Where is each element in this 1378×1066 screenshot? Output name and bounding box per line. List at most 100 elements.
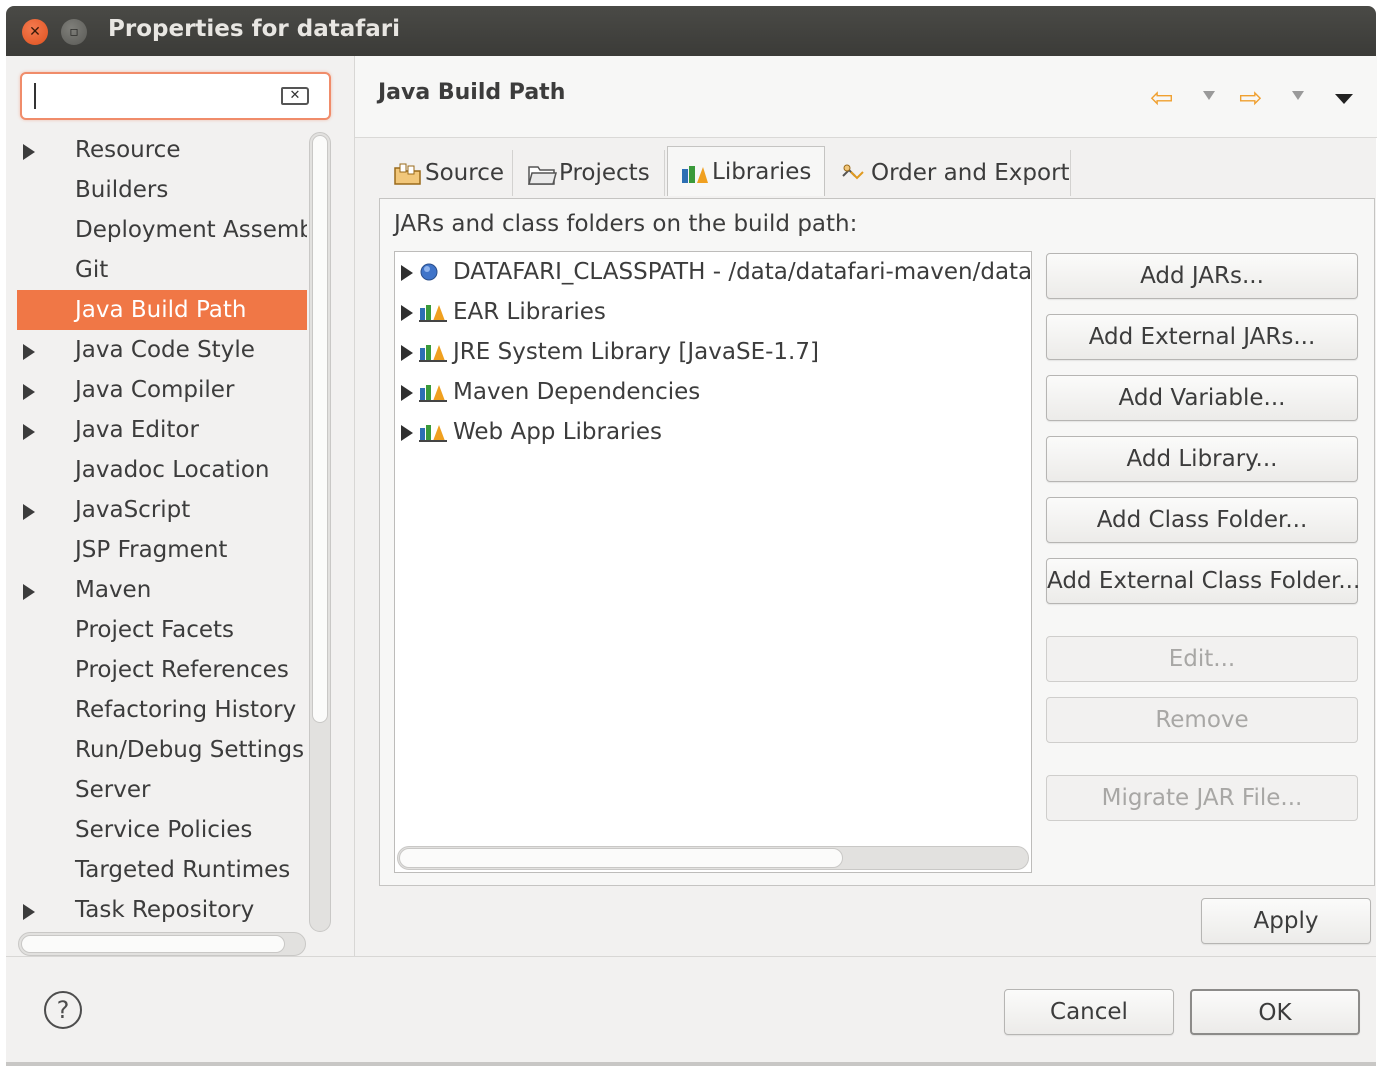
sidebar-item-java-compiler[interactable]: Java Compiler	[17, 370, 307, 410]
back-arrow-icon[interactable]: ⇦	[1150, 84, 1173, 112]
sidebar-item-label: Builders	[75, 177, 169, 203]
library-entry-label: JRE System Library [JavaSE-1.7]	[453, 339, 819, 365]
library-entry[interactable]: DATAFARI_CLASSPATH - /data/datafari-mave…	[395, 252, 1031, 292]
libraries-tree[interactable]: DATAFARI_CLASSPATH - /data/datafari-mave…	[394, 251, 1032, 873]
sidebar-item-label: Javadoc Location	[75, 457, 270, 483]
add-jars-button[interactable]: Add JARs...	[1046, 253, 1358, 299]
expand-arrow-icon[interactable]	[401, 265, 413, 281]
library-entry[interactable]: EAR Libraries	[395, 292, 1031, 332]
forward-arrow-icon[interactable]: ⇨	[1239, 84, 1262, 112]
migrate-jar-button[interactable]: Migrate JAR File...	[1046, 775, 1358, 821]
library-entry-label: Web App Libraries	[453, 419, 663, 445]
library-entry-label: Maven Dependencies	[453, 379, 701, 405]
add-external-class-folder-button[interactable]: Add External Class Folder...	[1046, 558, 1360, 604]
sidebar-item-javadoc-location[interactable]: Javadoc Location	[17, 450, 307, 490]
classpath-variable-icon	[420, 263, 438, 281]
sidebar-horizontal-scroll-thumb[interactable]	[21, 935, 285, 953]
view-menu-icon[interactable]	[1335, 94, 1353, 104]
library-icon	[419, 305, 447, 322]
sidebar-item-git[interactable]: Git	[17, 250, 307, 290]
expand-arrow-icon[interactable]	[401, 305, 413, 321]
dialog-footer: ? Cancel OK	[6, 956, 1376, 1062]
sidebar-item-label: Project References	[75, 657, 289, 683]
help-icon[interactable]: ?	[44, 991, 82, 1029]
expand-arrow-icon[interactable]	[23, 904, 35, 920]
library-entry[interactable]: JRE System Library [JavaSE-1.7]	[395, 332, 1031, 372]
clear-text-icon[interactable]: ✕	[281, 87, 309, 105]
sidebar-vertical-scroll-thumb[interactable]	[312, 135, 328, 723]
close-window-button[interactable]: ✕	[22, 19, 48, 45]
add-variable-button[interactable]: Add Variable...	[1046, 375, 1358, 421]
expand-arrow-icon[interactable]	[23, 384, 35, 400]
library-icon	[419, 385, 447, 402]
sidebar-item-java-build-path[interactable]: Java Build Path	[17, 290, 307, 330]
sidebar-vertical-scrollbar[interactable]	[309, 132, 331, 932]
library-entry-label: EAR Libraries	[453, 299, 606, 325]
sidebar-item-label: Java Editor	[75, 417, 199, 443]
sidebar-item-server[interactable]: Server	[17, 770, 307, 810]
expand-arrow-icon[interactable]	[23, 144, 35, 160]
sidebar-item-targeted-runtimes[interactable]: Targeted Runtimes	[17, 850, 307, 890]
tab-source-label: Source	[425, 160, 504, 186]
library-entry[interactable]: Web App Libraries	[395, 412, 1031, 452]
tab-projects[interactable]: Projects	[515, 150, 665, 196]
sidebar-item-task-repository[interactable]: Task Repository	[17, 890, 307, 930]
ok-button[interactable]: OK	[1190, 989, 1360, 1035]
filter-input[interactable]: ✕	[20, 72, 331, 120]
libraries-label: JARs and class folders on the build path…	[394, 211, 858, 237]
tab-libraries[interactable]: Libraries	[667, 146, 825, 196]
sidebar-item-maven[interactable]: Maven	[17, 570, 307, 610]
sidebar-item-resource[interactable]: Resource	[17, 130, 307, 170]
sidebar-item-label: JSP Fragment	[75, 537, 228, 563]
page-header: Java Build Path ⇦ ⇨	[355, 56, 1377, 138]
cancel-button[interactable]: Cancel	[1004, 989, 1174, 1035]
sidebar-item-builders[interactable]: Builders	[17, 170, 307, 210]
add-class-folder-button[interactable]: Add Class Folder...	[1046, 497, 1358, 543]
page-title: Java Build Path	[378, 80, 566, 105]
tab-source[interactable]: Source	[381, 150, 513, 196]
source-folder-icon	[394, 163, 421, 185]
sidebar-item-project-references[interactable]: Project References	[17, 650, 307, 690]
sidebar-item-refactoring-history[interactable]: Refactoring History	[17, 690, 307, 730]
sidebar-item-label: Deployment Assembly	[75, 217, 307, 243]
sidebar-item-java-editor[interactable]: Java Editor	[17, 410, 307, 450]
expand-arrow-icon[interactable]	[401, 345, 413, 361]
apply-button[interactable]: Apply	[1201, 898, 1371, 944]
sidebar-item-run-debug-settings[interactable]: Run/Debug Settings	[17, 730, 307, 770]
sidebar-item-service-policies[interactable]: Service Policies	[17, 810, 307, 850]
sidebar-item-jsp-fragment[interactable]: JSP Fragment	[17, 530, 307, 570]
sidebar-item-label: Maven	[75, 577, 152, 603]
library-icon	[419, 345, 447, 362]
libraries-horizontal-scroll-thumb[interactable]	[399, 848, 843, 868]
expand-arrow-icon[interactable]	[23, 584, 35, 600]
libraries-panel: JARs and class folders on the build path…	[379, 198, 1375, 886]
preference-tree: Resource Builders Deployment Assembly Git Ja…	[17, 130, 307, 930]
libraries-horizontal-scrollbar[interactable]	[397, 846, 1029, 870]
back-history-dropdown-icon[interactable]	[1203, 91, 1215, 100]
expand-arrow-icon[interactable]	[23, 504, 35, 520]
sidebar-horizontal-scrollbar[interactable]	[18, 932, 306, 956]
edit-button[interactable]: Edit...	[1046, 636, 1358, 682]
tab-order-and-export-label: Order and Export	[871, 160, 1070, 186]
tab-order-and-export[interactable]: Order and Export	[827, 150, 1071, 196]
add-library-button[interactable]: Add Library...	[1046, 436, 1358, 482]
expand-arrow-icon[interactable]	[23, 344, 35, 360]
add-external-jars-button[interactable]: Add External JARs...	[1046, 314, 1358, 360]
sidebar-item-label: Resource	[75, 137, 181, 163]
sidebar: ✕ Resource Builders Deployment Assembly Git…	[6, 56, 354, 956]
expand-arrow-icon[interactable]	[23, 424, 35, 440]
remove-button[interactable]: Remove	[1046, 697, 1358, 743]
library-icon	[419, 425, 447, 442]
library-entry[interactable]: Maven Dependencies	[395, 372, 1031, 412]
sidebar-item-javascript[interactable]: JavaScript	[17, 490, 307, 530]
sidebar-item-label: Targeted Runtimes	[75, 857, 291, 883]
forward-history-dropdown-icon[interactable]	[1292, 91, 1304, 100]
expand-arrow-icon[interactable]	[401, 425, 413, 441]
sidebar-item-java-code-style[interactable]: Java Code Style	[17, 330, 307, 370]
title-bar: ✕ ▫ Properties for datafari	[6, 6, 1376, 56]
sidebar-item-project-facets[interactable]: Project Facets	[17, 610, 307, 650]
maximize-window-button[interactable]: ▫	[61, 19, 87, 45]
sidebar-item-label: Task Repository	[75, 897, 255, 923]
expand-arrow-icon[interactable]	[401, 385, 413, 401]
sidebar-item-deployment-assembly[interactable]: Deployment Assembly	[17, 210, 307, 250]
